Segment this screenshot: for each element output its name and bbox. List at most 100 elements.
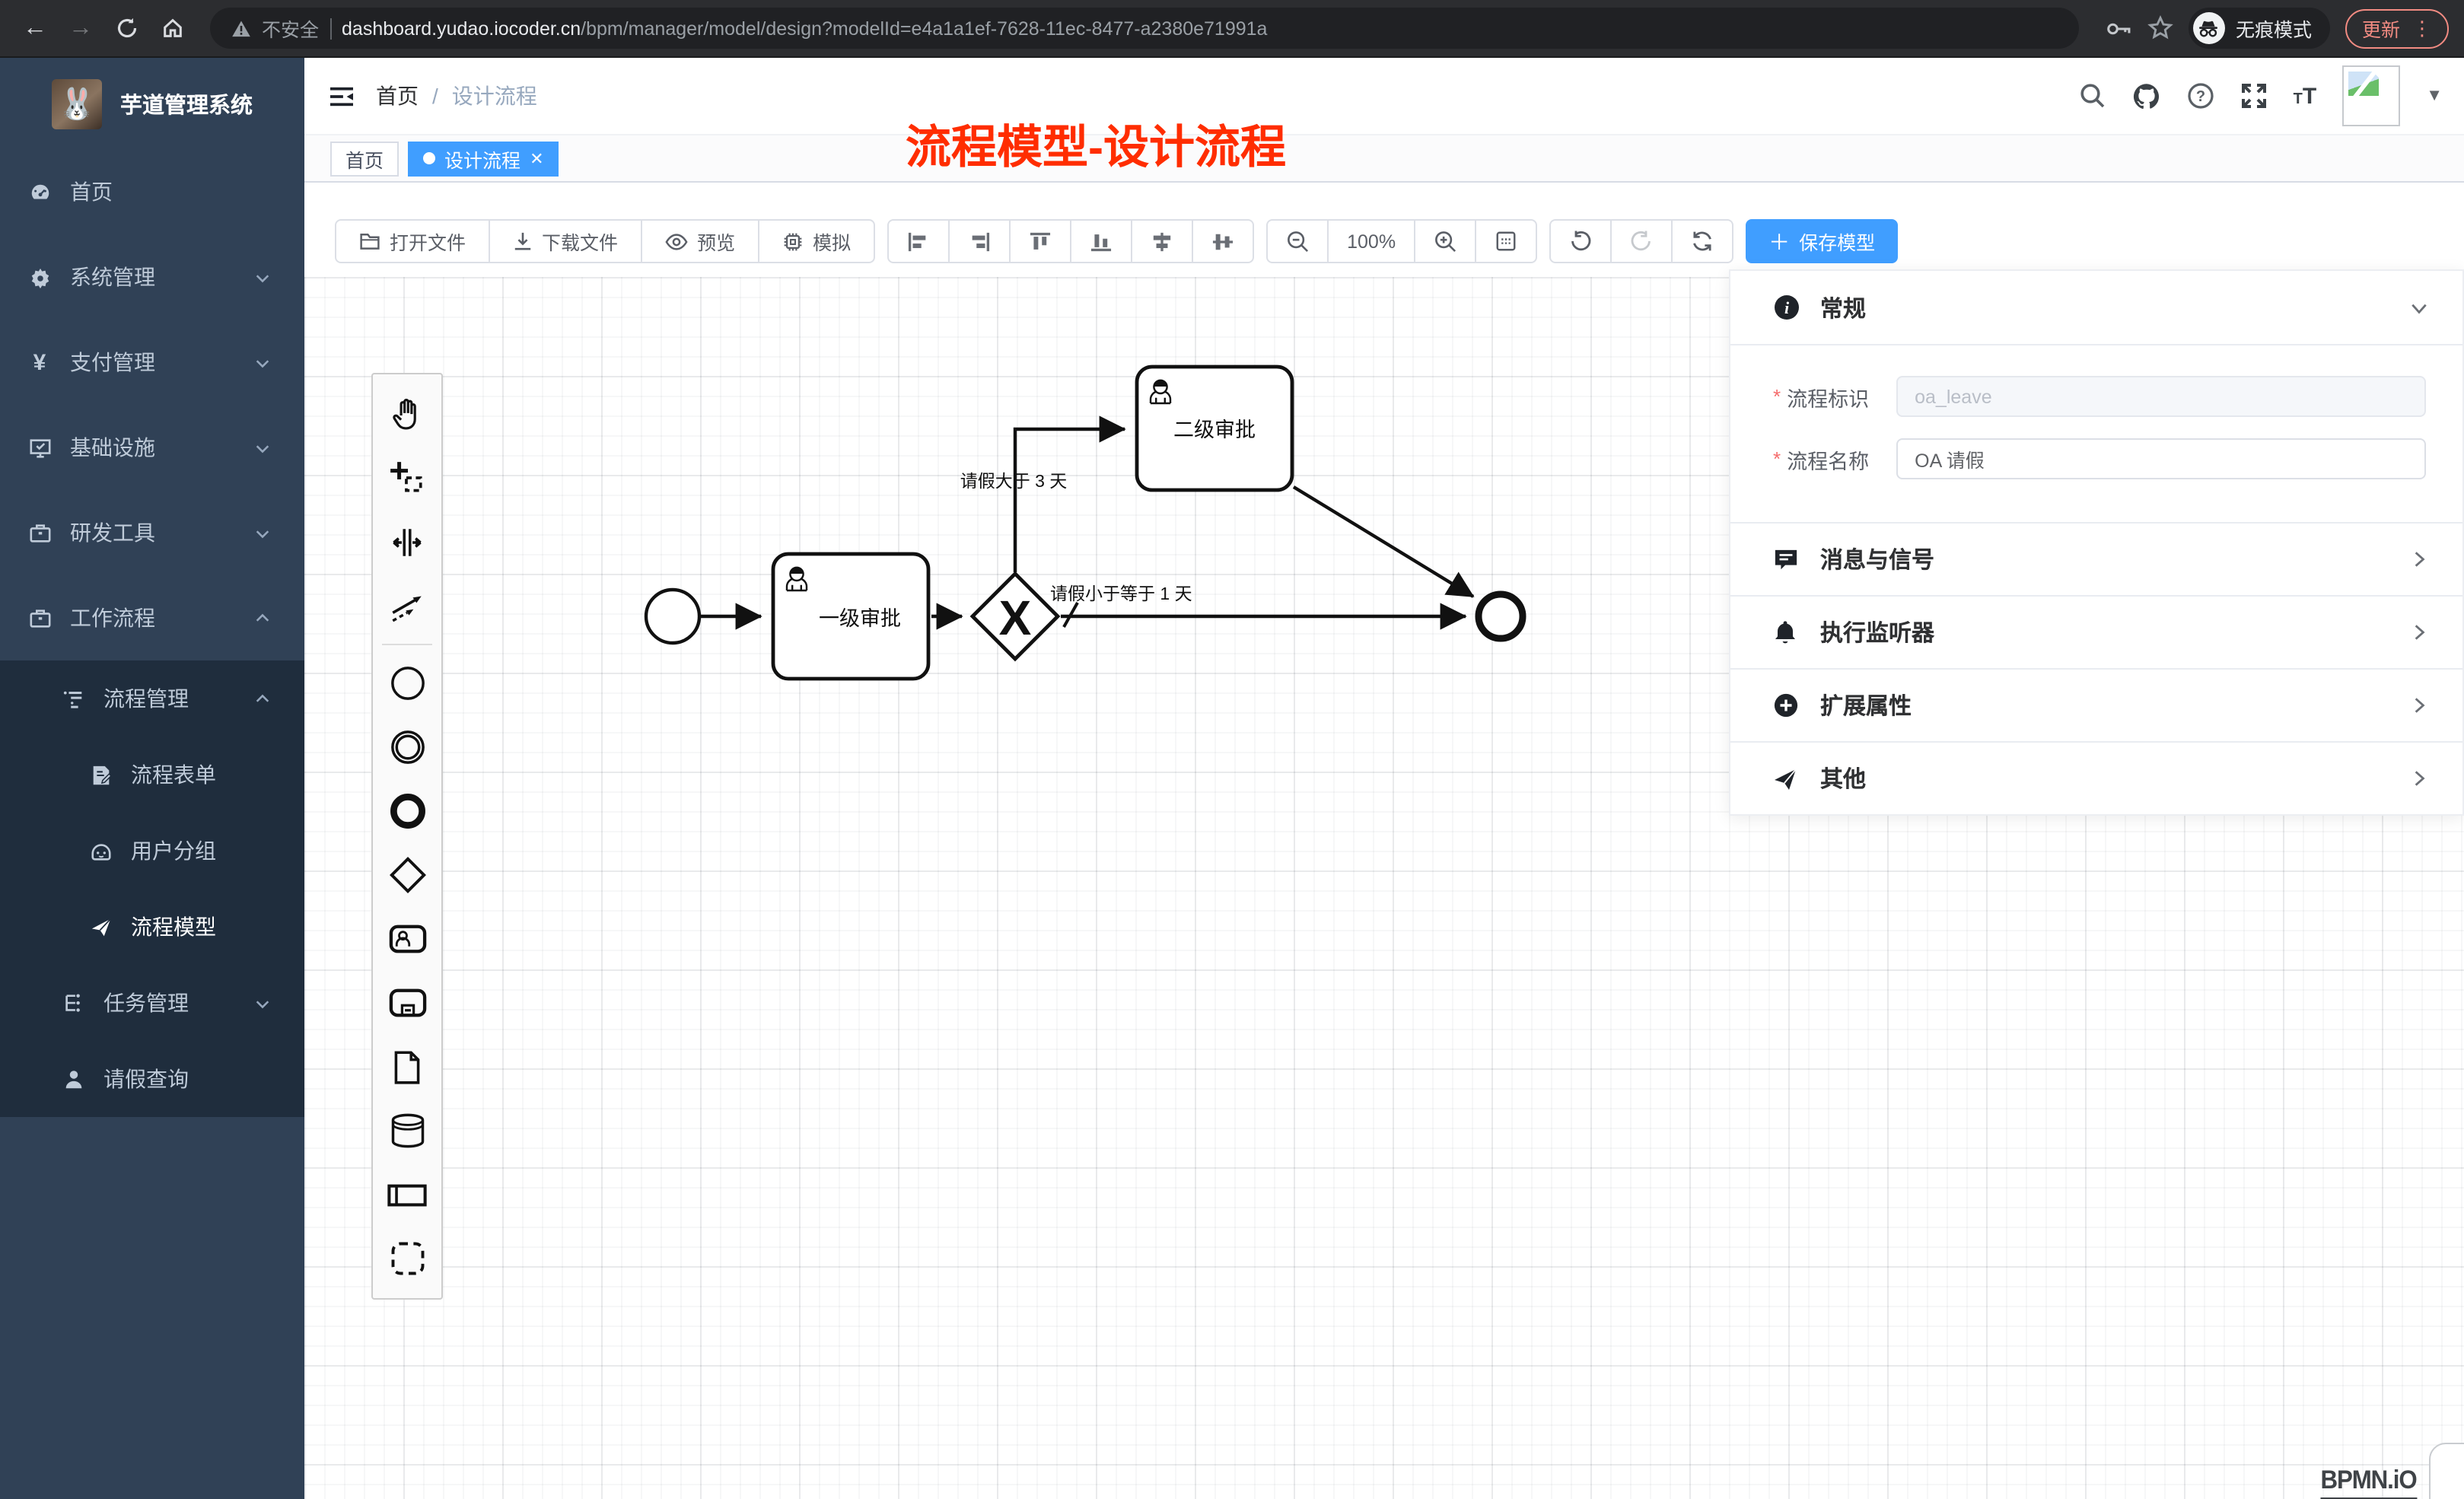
create-start-event[interactable] bbox=[373, 651, 441, 715]
create-subprocess[interactable] bbox=[373, 971, 441, 1035]
svg-text:一级审批: 一级审批 bbox=[819, 607, 901, 630]
edge-label-gt3[interactable]: 请假大于 3 天 bbox=[960, 471, 1068, 491]
message-icon bbox=[1773, 547, 1803, 571]
sidebar-item-label: 系统管理 bbox=[70, 262, 254, 292]
align-bottom-button[interactable] bbox=[1070, 219, 1132, 263]
panel-section-message-signal[interactable]: 消息与信号 bbox=[1730, 522, 2462, 595]
fit-viewport-button[interactable] bbox=[1475, 219, 1537, 263]
create-gateway[interactable] bbox=[373, 843, 441, 907]
space-tool[interactable] bbox=[373, 510, 441, 574]
avatar[interactable] bbox=[2342, 65, 2400, 126]
sidebar-item-user-group[interactable]: 用户分组 bbox=[0, 813, 304, 889]
bpmn-palette bbox=[371, 373, 443, 1300]
align-top-button[interactable] bbox=[1009, 219, 1071, 263]
zoom-button-group: 100% bbox=[1266, 219, 1537, 263]
create-intermediate-event[interactable] bbox=[373, 715, 441, 779]
font-size-icon[interactable]: TT bbox=[2294, 83, 2317, 109]
hand-tool[interactable] bbox=[373, 382, 441, 446]
sidebar-item-leave-query[interactable]: 请假查询 bbox=[0, 1041, 304, 1117]
password-key-icon[interactable] bbox=[2106, 18, 2132, 39]
sidebar-item-home[interactable]: 首页 bbox=[0, 149, 304, 234]
app-title: 芋道管理系统 bbox=[120, 88, 253, 119]
task-first-approval[interactable]: 一级审批 bbox=[773, 554, 928, 679]
end-event-icon bbox=[387, 791, 427, 831]
zoom-level: 100% bbox=[1327, 219, 1415, 263]
create-group[interactable] bbox=[373, 1227, 441, 1291]
sidebar-item-process-model[interactable]: 流程模型 bbox=[0, 889, 304, 965]
simulate-button[interactable]: 模拟 bbox=[758, 219, 875, 263]
help-icon[interactable]: ? bbox=[2187, 82, 2214, 110]
sidebar-item-infrastructure[interactable]: 基础设施 bbox=[0, 405, 304, 490]
zoom-in-button[interactable] bbox=[1414, 219, 1476, 263]
github-icon[interactable] bbox=[2132, 81, 2161, 110]
avatar-caret-icon[interactable]: ▼ bbox=[2426, 87, 2443, 105]
url-text[interactable]: dashboard.yudao.iocoder.cn/bpm/manager/m… bbox=[342, 18, 1267, 39]
header-actions: ? TT ▼ bbox=[2079, 65, 2464, 126]
sidebar-item-label: 研发工具 bbox=[70, 517, 254, 548]
address-bar[interactable]: 不安全 dashboard.yudao.iocoder.cn/bpm/manag… bbox=[210, 8, 2079, 49]
undo-button[interactable] bbox=[1549, 219, 1612, 263]
align-center-horizontal-button[interactable] bbox=[1131, 219, 1193, 263]
fullscreen-icon[interactable] bbox=[2240, 82, 2268, 110]
panel-section-execution-listener[interactable]: 执行监听器 bbox=[1730, 595, 2462, 668]
data-store-icon bbox=[387, 1111, 427, 1151]
create-data-object[interactable] bbox=[373, 1035, 441, 1099]
browser-reload-button[interactable] bbox=[107, 8, 146, 48]
download-file-button[interactable]: 下载文件 bbox=[489, 219, 642, 263]
global-connect-tool[interactable] bbox=[373, 574, 441, 638]
end-event[interactable] bbox=[1479, 594, 1523, 638]
restart-button[interactable] bbox=[1671, 219, 1733, 263]
yen-icon: ¥ bbox=[27, 349, 52, 375]
required-asterisk: * bbox=[1773, 385, 1781, 408]
preview-button[interactable]: 预览 bbox=[641, 219, 759, 263]
sidebar-item-devtools[interactable]: 研发工具 bbox=[0, 490, 304, 575]
browser-back-button[interactable]: ← bbox=[15, 8, 55, 48]
tab-home[interactable]: 首页 bbox=[330, 141, 399, 176]
chevron-down-icon bbox=[254, 269, 271, 285]
align-center-vertical-button[interactable] bbox=[1192, 219, 1254, 263]
save-model-button[interactable]: ＋ 保存模型 bbox=[1746, 219, 1898, 263]
search-icon[interactable] bbox=[2079, 82, 2106, 110]
flow-task2-to-end[interactable] bbox=[1294, 487, 1473, 597]
create-participant-pool[interactable] bbox=[373, 1163, 441, 1227]
create-end-event[interactable] bbox=[373, 779, 441, 843]
browser-forward-button[interactable]: → bbox=[61, 8, 100, 48]
sidebar-item-workflow[interactable]: 工作流程 bbox=[0, 575, 304, 660]
lasso-tool[interactable] bbox=[373, 446, 441, 510]
bookmark-star-icon[interactable] bbox=[2147, 15, 2173, 41]
start-event[interactable] bbox=[646, 590, 699, 643]
panel-section-general[interactable]: i 常规 bbox=[1730, 271, 2462, 344]
zoom-out-button[interactable] bbox=[1266, 219, 1329, 263]
create-user-task[interactable] bbox=[373, 907, 441, 971]
sidebar-item-system[interactable]: 系统管理 bbox=[0, 234, 304, 320]
panel-section-extended-attributes[interactable]: 扩展属性 bbox=[1730, 668, 2462, 741]
align-center-h-icon bbox=[1151, 231, 1173, 252]
create-data-store[interactable] bbox=[373, 1099, 441, 1163]
close-tab-icon[interactable]: ✕ bbox=[530, 148, 543, 168]
align-left-button[interactable] bbox=[887, 219, 950, 263]
align-left-icon bbox=[907, 231, 930, 252]
exclusive-gateway[interactable]: X bbox=[973, 574, 1058, 659]
chrome-update-button[interactable]: 更新 ⋮ bbox=[2345, 8, 2449, 48]
edge-label-le1[interactable]: 请假小于等于 1 天 bbox=[1050, 584, 1192, 603]
redo-icon bbox=[1630, 230, 1653, 253]
breadcrumb-home[interactable]: 首页 bbox=[376, 81, 419, 111]
panel-section-other[interactable]: 其他 bbox=[1730, 741, 2462, 814]
sidebar-item-task-management[interactable]: 任务管理 bbox=[0, 965, 304, 1041]
security-label[interactable]: 不安全 bbox=[262, 14, 319, 43]
sidebar-item-process-management[interactable]: 流程管理 bbox=[0, 660, 304, 737]
task-second-approval[interactable]: 二级审批 bbox=[1137, 367, 1292, 490]
sidebar-item-payment[interactable]: ¥ 支付管理 bbox=[0, 320, 304, 405]
app-logo: 🐰 bbox=[52, 78, 102, 129]
align-right-button[interactable] bbox=[948, 219, 1011, 263]
sidebar-item-process-form[interactable]: 流程表单 bbox=[0, 737, 304, 813]
open-file-button[interactable]: 打开文件 bbox=[335, 219, 490, 263]
bell-icon bbox=[1773, 619, 1803, 645]
flow-gateway-to-task2[interactable] bbox=[1015, 429, 1125, 572]
browser-menu-icon[interactable]: ⋮ bbox=[2412, 16, 2432, 40]
tab-design-process[interactable]: 设计流程✕ bbox=[408, 141, 559, 176]
sidebar-collapse-button[interactable] bbox=[304, 84, 376, 107]
redo-button[interactable] bbox=[1610, 219, 1673, 263]
process-name-input[interactable] bbox=[1896, 438, 2426, 479]
browser-home-button[interactable] bbox=[152, 8, 192, 48]
